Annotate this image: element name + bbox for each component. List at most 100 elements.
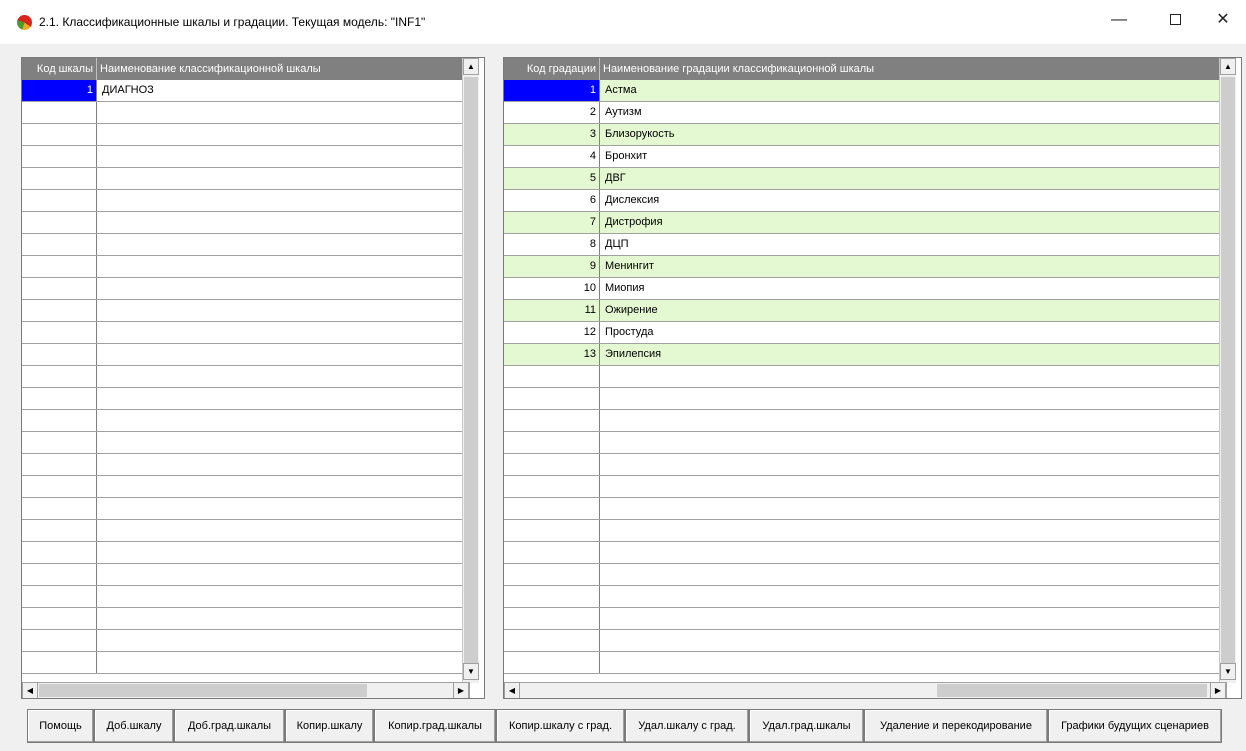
table-row[interactable] [504, 542, 1219, 564]
row-code-cell[interactable] [22, 168, 97, 189]
table-row[interactable] [504, 520, 1219, 542]
row-name-cell[interactable] [600, 586, 1219, 607]
gradations-hscroll-thumb[interactable] [937, 684, 1207, 697]
row-code-cell[interactable] [504, 410, 600, 431]
row-name-cell[interactable] [97, 476, 462, 497]
table-row[interactable] [22, 146, 462, 168]
row-code-cell[interactable] [22, 454, 97, 475]
table-row[interactable] [22, 256, 462, 278]
row-code-cell[interactable] [504, 476, 600, 497]
row-code-cell[interactable] [22, 256, 97, 277]
table-row[interactable] [504, 652, 1219, 674]
table-row[interactable] [22, 630, 462, 652]
row-code-cell[interactable]: 12 [504, 322, 600, 343]
row-name-cell[interactable] [97, 256, 462, 277]
row-name-cell[interactable]: ДЦП [600, 234, 1219, 255]
row-name-cell[interactable] [97, 432, 462, 453]
gradations-horizontal-scrollbar[interactable]: ◀ ▶ [504, 682, 1227, 698]
row-code-cell[interactable]: 1 [22, 80, 97, 101]
scroll-left-icon[interactable]: ◀ [504, 682, 520, 698]
row-name-cell[interactable] [97, 344, 462, 365]
table-row[interactable]: 1 Астма [504, 80, 1219, 102]
table-row[interactable] [22, 190, 462, 212]
row-code-cell[interactable]: 8 [504, 234, 600, 255]
row-code-cell[interactable]: 5 [504, 168, 600, 189]
maximize-button[interactable] [1152, 5, 1198, 35]
row-code-cell[interactable] [22, 124, 97, 145]
row-name-cell[interactable]: Ожирение [600, 300, 1219, 321]
table-row[interactable] [504, 366, 1219, 388]
table-row[interactable]: 5 ДВГ [504, 168, 1219, 190]
future-scenarios-charts-button[interactable]: Графики будущих сценариев [1048, 709, 1222, 743]
table-row[interactable]: 4 Бронхит [504, 146, 1219, 168]
row-name-cell[interactable] [97, 168, 462, 189]
row-code-cell[interactable] [22, 652, 97, 673]
row-code-cell[interactable] [22, 520, 97, 541]
row-name-cell[interactable] [97, 586, 462, 607]
row-name-cell[interactable] [97, 212, 462, 233]
row-code-cell[interactable] [504, 520, 600, 541]
row-name-cell[interactable] [600, 652, 1219, 673]
row-name-cell[interactable] [97, 102, 462, 123]
row-code-cell[interactable] [22, 586, 97, 607]
row-code-cell[interactable] [504, 586, 600, 607]
table-row[interactable]: 1 ДИАГНОЗ [22, 80, 462, 102]
row-code-cell[interactable] [22, 234, 97, 255]
row-code-cell[interactable]: 13 [504, 344, 600, 365]
add-gradation-button[interactable]: Доб.град.шкалы [174, 709, 285, 743]
table-row[interactable] [22, 454, 462, 476]
add-scale-button[interactable]: Доб.шкалу [94, 709, 174, 743]
row-code-cell[interactable] [504, 498, 600, 519]
row-code-cell[interactable]: 9 [504, 256, 600, 277]
row-code-cell[interactable] [22, 366, 97, 387]
row-name-cell[interactable]: Миопия [600, 278, 1219, 299]
row-code-cell[interactable] [22, 498, 97, 519]
table-row[interactable] [22, 234, 462, 256]
table-row[interactable]: 7 Дистрофия [504, 212, 1219, 234]
table-row[interactable]: 3 Близорукость [504, 124, 1219, 146]
row-code-cell[interactable] [22, 278, 97, 299]
row-name-cell[interactable] [97, 454, 462, 475]
table-row[interactable] [22, 586, 462, 608]
minimize-button[interactable]: — [1096, 5, 1142, 35]
row-name-cell[interactable]: Простуда [600, 322, 1219, 343]
row-name-cell[interactable] [97, 278, 462, 299]
row-name-cell[interactable] [97, 520, 462, 541]
row-code-cell[interactable] [504, 630, 600, 651]
scroll-left-icon[interactable]: ◀ [22, 682, 38, 698]
row-code-cell[interactable] [22, 212, 97, 233]
table-row[interactable] [504, 630, 1219, 652]
row-name-cell[interactable] [97, 630, 462, 651]
delete-scale-with-gradations-button[interactable]: Удал.шкалу с град. [625, 709, 749, 743]
table-row[interactable] [22, 432, 462, 454]
row-code-cell[interactable] [22, 102, 97, 123]
row-name-cell[interactable]: Близорукость [600, 124, 1219, 145]
row-name-cell[interactable] [97, 124, 462, 145]
table-row[interactable]: 10 Миопия [504, 278, 1219, 300]
table-row[interactable] [22, 102, 462, 124]
row-code-cell[interactable] [22, 410, 97, 431]
col-header-gradation-code[interactable]: Код градации [504, 58, 600, 80]
table-row[interactable]: 9 Менингит [504, 256, 1219, 278]
row-name-cell[interactable] [97, 300, 462, 321]
gradations-vertical-scrollbar[interactable]: ▲ ▼ [1219, 58, 1236, 683]
row-name-cell[interactable]: Дистрофия [600, 212, 1219, 233]
table-row[interactable] [22, 520, 462, 542]
row-name-cell[interactable]: Аутизм [600, 102, 1219, 123]
table-row[interactable] [504, 388, 1219, 410]
row-name-cell[interactable]: Менингит [600, 256, 1219, 277]
row-code-cell[interactable]: 4 [504, 146, 600, 167]
row-name-cell[interactable] [97, 652, 462, 673]
close-button[interactable]: ✕ [1200, 5, 1246, 35]
gradations-grid[interactable]: Код градации Наименование градации класс… [503, 57, 1242, 699]
row-code-cell[interactable] [22, 630, 97, 651]
table-row[interactable] [22, 124, 462, 146]
table-row[interactable] [504, 564, 1219, 586]
row-code-cell[interactable] [504, 564, 600, 585]
row-code-cell[interactable] [22, 542, 97, 563]
row-code-cell[interactable] [504, 454, 600, 475]
row-name-cell[interactable]: Дислексия [600, 190, 1219, 211]
row-name-cell[interactable] [97, 388, 462, 409]
row-code-cell[interactable] [504, 652, 600, 673]
table-row[interactable] [22, 476, 462, 498]
